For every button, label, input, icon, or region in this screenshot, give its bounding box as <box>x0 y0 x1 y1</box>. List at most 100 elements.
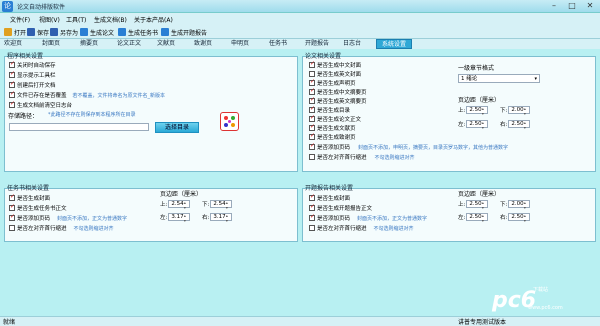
checkbox[interactable] <box>9 90 15 98</box>
close-button[interactable]: ✕ <box>581 0 599 12</box>
checkbox[interactable] <box>9 60 15 68</box>
option-cn-cover[interactable]: 是否生成中文封面 <box>309 60 361 69</box>
checkbox[interactable] <box>9 70 15 78</box>
task-option-body[interactable]: 是否生成任务书正文 <box>9 203 67 212</box>
proposal-margin-bottom[interactable]: 下: 2.00 <box>500 200 531 210</box>
paper-margin-top[interactable]: 上: 2.50 <box>458 106 489 116</box>
save-button[interactable]: 保存 <box>27 27 49 37</box>
task-option-cover[interactable]: 是否生成封面 <box>9 193 50 202</box>
option-declaration[interactable]: 是否生成声明页 <box>309 78 356 87</box>
task-margin-right[interactable]: 右: 3.17 <box>202 213 233 223</box>
margin-top-input[interactable]: 2.54 <box>168 200 191 210</box>
margin-left-input[interactable]: 2.50 <box>466 120 489 130</box>
margin-bottom-input[interactable]: 2.00 <box>508 106 531 116</box>
save-as-button[interactable]: 另存为 <box>50 27 78 37</box>
tab-body[interactable]: 论文正文 <box>115 39 143 49</box>
tab-thanks[interactable]: 致谢页 <box>192 39 214 49</box>
task-option-page-numbers[interactable]: 是否添加页码封面页不添加，正文为普通数字 <box>9 213 127 222</box>
paper-margin-left[interactable]: 左: 2.50 <box>458 120 489 130</box>
option-references[interactable]: 是否生成文献页 <box>309 123 356 132</box>
heading-format-select[interactable]: 1 绪论 ▾ <box>458 74 540 83</box>
tab-settings[interactable]: 系统设置 <box>376 39 412 49</box>
margin-top-input[interactable]: 2.50 <box>466 106 489 116</box>
select-directory-button[interactable]: 选择目录 <box>155 122 199 133</box>
option-show-toolbar[interactable]: 显示提示工具栏 <box>9 70 56 79</box>
generate-task-button[interactable]: 生成任务书 <box>118 27 158 37</box>
margin-bottom-input[interactable]: 2.00 <box>508 200 531 210</box>
checkbox[interactable] <box>9 80 15 88</box>
margin-left-input[interactable]: 2.50 <box>466 213 489 223</box>
checkbox[interactable] <box>9 225 15 231</box>
task-margin-left[interactable]: 左: 3.17 <box>160 213 191 223</box>
generate-paper-button[interactable]: 生成论文 <box>80 27 114 37</box>
option-en-abstract[interactable]: 是否生成英文摘要页 <box>309 96 367 105</box>
minimize-button[interactable]: – <box>545 0 563 12</box>
proposal-option-left-align[interactable]: 是否左对齐首行缩进 不勾选则缩进对齐 <box>309 224 414 232</box>
option-en-cover[interactable]: 是否生成英文封面 <box>309 70 361 78</box>
checkbox[interactable] <box>309 142 315 150</box>
generate-proposal-button[interactable]: 生成开题报告 <box>161 27 207 37</box>
menu-file[interactable]: 文件(F) <box>10 15 30 24</box>
tab-proposal[interactable]: 开题报告 <box>303 39 331 49</box>
option-thanks[interactable]: 是否生成致谢页 <box>309 132 356 141</box>
tab-cover[interactable]: 封面页 <box>40 39 62 49</box>
tab-log[interactable]: 日志台 <box>341 39 363 49</box>
checkbox[interactable] <box>309 96 315 104</box>
menu-tools[interactable]: 工具(T) <box>66 15 86 24</box>
margin-top-input[interactable]: 2.50 <box>466 200 489 210</box>
paper-margin-bottom[interactable]: 下: 2.00 <box>500 106 531 116</box>
proposal-margin-top[interactable]: 上: 2.50 <box>458 200 489 210</box>
paper-margin-right[interactable]: 右: 2.50 <box>500 120 531 130</box>
margin-right-input[interactable]: 3.17 <box>210 213 233 223</box>
checkbox[interactable] <box>309 225 315 231</box>
checkbox[interactable] <box>309 60 315 68</box>
checkbox[interactable] <box>309 87 315 95</box>
margin-bottom-input[interactable]: 2.54 <box>210 200 233 210</box>
checkbox[interactable] <box>9 203 15 211</box>
menu-view[interactable]: 视图(V) <box>39 15 60 24</box>
option-auto-save[interactable]: 关闭时自动保存 <box>9 60 56 69</box>
option-cn-abstract[interactable]: 是否生成中文摘要页 <box>309 87 367 96</box>
checkbox[interactable] <box>309 154 315 160</box>
checkbox[interactable] <box>9 193 15 201</box>
checkbox[interactable] <box>9 213 15 221</box>
option-clear-log[interactable]: 生成文档前清空日志台 <box>9 100 72 109</box>
task-margin-top[interactable]: 上: 2.54 <box>160 200 191 210</box>
checkbox[interactable] <box>309 78 315 86</box>
maximize-button[interactable]: □ <box>563 0 581 12</box>
palette-icon[interactable] <box>220 112 239 131</box>
menu-about[interactable]: 关于本产品(A) <box>134 15 173 24</box>
checkbox[interactable] <box>309 193 315 201</box>
proposal-option-page-numbers[interactable]: 是否添加页码封面页不添加，正文为普通数字 <box>309 213 427 222</box>
tab-declaration[interactable]: 申明页 <box>229 39 251 49</box>
open-button[interactable]: 打开 <box>4 27 26 37</box>
proposal-option-cover[interactable]: 是否生成封面 <box>309 193 350 202</box>
menu-generate[interactable]: 生成文档(B) <box>94 15 127 24</box>
option-body[interactable]: 是否生成论文正文 <box>309 114 361 123</box>
checkbox[interactable] <box>309 105 315 113</box>
checkbox[interactable] <box>309 114 315 122</box>
margin-right-input[interactable]: 2.50 <box>508 213 531 223</box>
tab-abstract[interactable]: 摘要页 <box>78 39 100 49</box>
tab-welcome[interactable]: 欢迎页 <box>2 39 24 49</box>
option-open-after-create[interactable]: 创建后打开文档 <box>9 80 56 89</box>
checkbox[interactable] <box>309 213 315 221</box>
option-toc[interactable]: 是否生成目录 <box>309 105 350 114</box>
task-margin-bottom[interactable]: 下: 2.54 <box>202 200 233 210</box>
tab-references[interactable]: 文献页 <box>155 39 177 49</box>
checkbox[interactable] <box>9 100 15 108</box>
option-left-align[interactable]: 是否左对齐首行缩进 不勾选则缩进对齐 <box>309 153 415 161</box>
task-option-left-align[interactable]: 是否左对齐首行缩进 不勾选则缩进对齐 <box>9 224 114 232</box>
proposal-margin-right[interactable]: 右: 2.50 <box>500 213 531 223</box>
checkbox[interactable] <box>309 203 315 211</box>
store-path-input[interactable] <box>9 123 149 131</box>
checkbox[interactable] <box>309 132 315 140</box>
tab-task[interactable]: 任务书 <box>267 39 289 49</box>
margin-left-input[interactable]: 3.17 <box>168 213 191 223</box>
margin-right-input[interactable]: 2.50 <box>508 120 531 130</box>
option-overwrite[interactable]: 文件已存在是否覆盖若不覆盖，文件将命名为原文件名_新版本 <box>9 90 165 99</box>
checkbox[interactable] <box>309 123 315 131</box>
option-page-numbers[interactable]: 是否添加页码封面页不添加，申明页，摘要页，目录页罗马数字，其他为普通数字 <box>309 142 508 151</box>
proposal-option-body[interactable]: 是否生成开题报告正文 <box>309 203 372 212</box>
proposal-margin-left[interactable]: 左: 2.50 <box>458 213 489 223</box>
